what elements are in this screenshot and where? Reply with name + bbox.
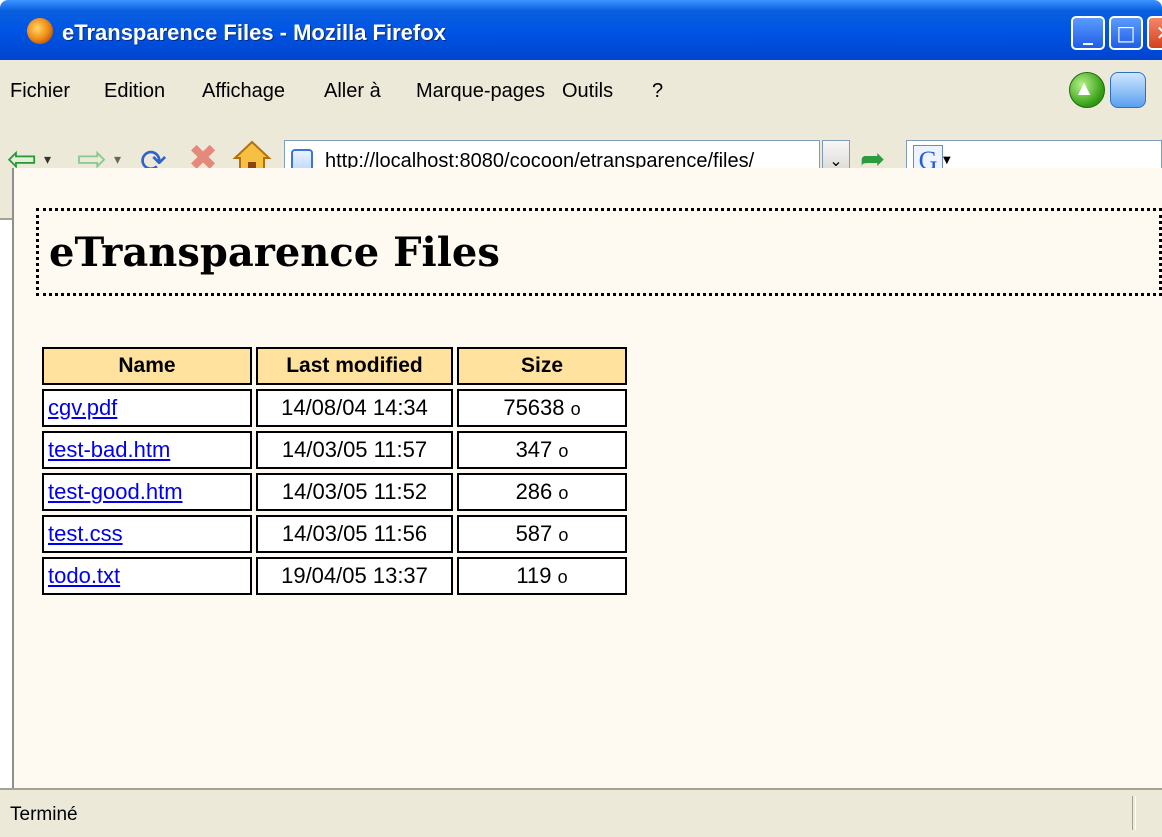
size-cell: 119 o (457, 557, 627, 595)
size-cell: 347 o (457, 431, 627, 469)
status-text: Terminé (10, 804, 78, 825)
table-row: test-bad.htm 14/03/05 11:57 347 o (42, 431, 627, 469)
table-header-row: Name Last modified Size (42, 347, 627, 385)
table-row: test.css 14/03/05 11:56 587 o (42, 515, 627, 553)
file-link[interactable]: test-bad.htm (48, 437, 170, 462)
file-name-cell: cgv.pdf (42, 389, 252, 427)
column-header-name: Name (42, 347, 252, 385)
heading-box: eTransparence Files (36, 208, 1162, 296)
update-icon[interactable] (1069, 72, 1105, 108)
menu-fichier[interactable]: Fichier (10, 80, 70, 103)
table-row: todo.txt 19/04/05 13:37 119 o (42, 557, 627, 595)
column-header-size: Size (457, 347, 627, 385)
file-link[interactable]: todo.txt (48, 563, 120, 588)
modified-cell: 14/03/05 11:57 (256, 431, 453, 469)
modified-cell: 14/03/05 11:52 (256, 473, 453, 511)
size-cell: 75638 o (457, 389, 627, 427)
menu-help[interactable]: ? (652, 80, 663, 103)
status-separator (1132, 796, 1136, 830)
file-name-cell: test.css (42, 515, 252, 553)
files-table: Name Last modified Size cgv.pdf 14/08/04… (38, 343, 631, 599)
size-cell: 286 o (457, 473, 627, 511)
menu-edition[interactable]: Edition (104, 80, 165, 103)
size-cell: 587 o (457, 515, 627, 553)
size-unit: o (557, 567, 568, 587)
file-link[interactable]: cgv.pdf (48, 395, 117, 420)
close-button[interactable]: ✕ (1147, 16, 1162, 50)
menu-affichage[interactable]: Affichage (202, 80, 285, 103)
file-name-cell: test-good.htm (42, 473, 252, 511)
file-link[interactable]: test.css (48, 521, 123, 546)
extension-icon[interactable] (1110, 72, 1146, 108)
menu-marque-pages[interactable]: Marque-pages (416, 80, 545, 103)
file-link[interactable]: test-good.htm (48, 479, 183, 504)
size-value: 347 (515, 437, 553, 462)
menu-bar: Fichier Edition Affichage Aller à Marque… (0, 60, 1162, 129)
page-title: eTransparence Files (49, 229, 500, 276)
file-name-cell: todo.txt (42, 557, 252, 595)
search-engine-dropdown-icon[interactable]: ▼ (943, 155, 951, 166)
maximize-button[interactable]: □ (1109, 16, 1143, 50)
size-value: 75638 (503, 395, 565, 420)
forward-dropdown-icon[interactable]: ▾ (114, 152, 121, 168)
size-unit: o (558, 525, 569, 545)
modified-cell: 14/08/04 14:34 (256, 389, 453, 427)
status-bar: Terminé (0, 788, 1162, 837)
menu-outils[interactable]: Outils (562, 80, 613, 103)
size-value: 587 (515, 521, 553, 546)
size-unit: o (558, 441, 569, 461)
modified-cell: 19/04/05 13:37 (256, 557, 453, 595)
table-row: cgv.pdf 14/08/04 14:34 75638 o (42, 389, 627, 427)
column-header-last-modified: Last modified (256, 347, 453, 385)
size-unit: o (570, 399, 581, 419)
size-value: 119 (516, 563, 552, 588)
modified-cell: 14/03/05 11:56 (256, 515, 453, 553)
size-value: 286 (515, 479, 553, 504)
window-title: eTransparence Files - Mozilla Firefox (62, 20, 446, 45)
back-dropdown-icon[interactable]: ▾ (44, 152, 51, 168)
minimize-button[interactable]: _ (1071, 16, 1105, 50)
file-name-cell: test-bad.htm (42, 431, 252, 469)
size-unit: o (558, 483, 569, 503)
window-title-bar: eTransparence Files - Mozilla Firefox _ … (0, 0, 1162, 60)
firefox-icon (27, 18, 53, 44)
page-content: eTransparence Files Name Last modified S… (12, 168, 1162, 788)
menu-aller-a[interactable]: Aller à (324, 80, 381, 103)
table-row: test-good.htm 14/03/05 11:52 286 o (42, 473, 627, 511)
